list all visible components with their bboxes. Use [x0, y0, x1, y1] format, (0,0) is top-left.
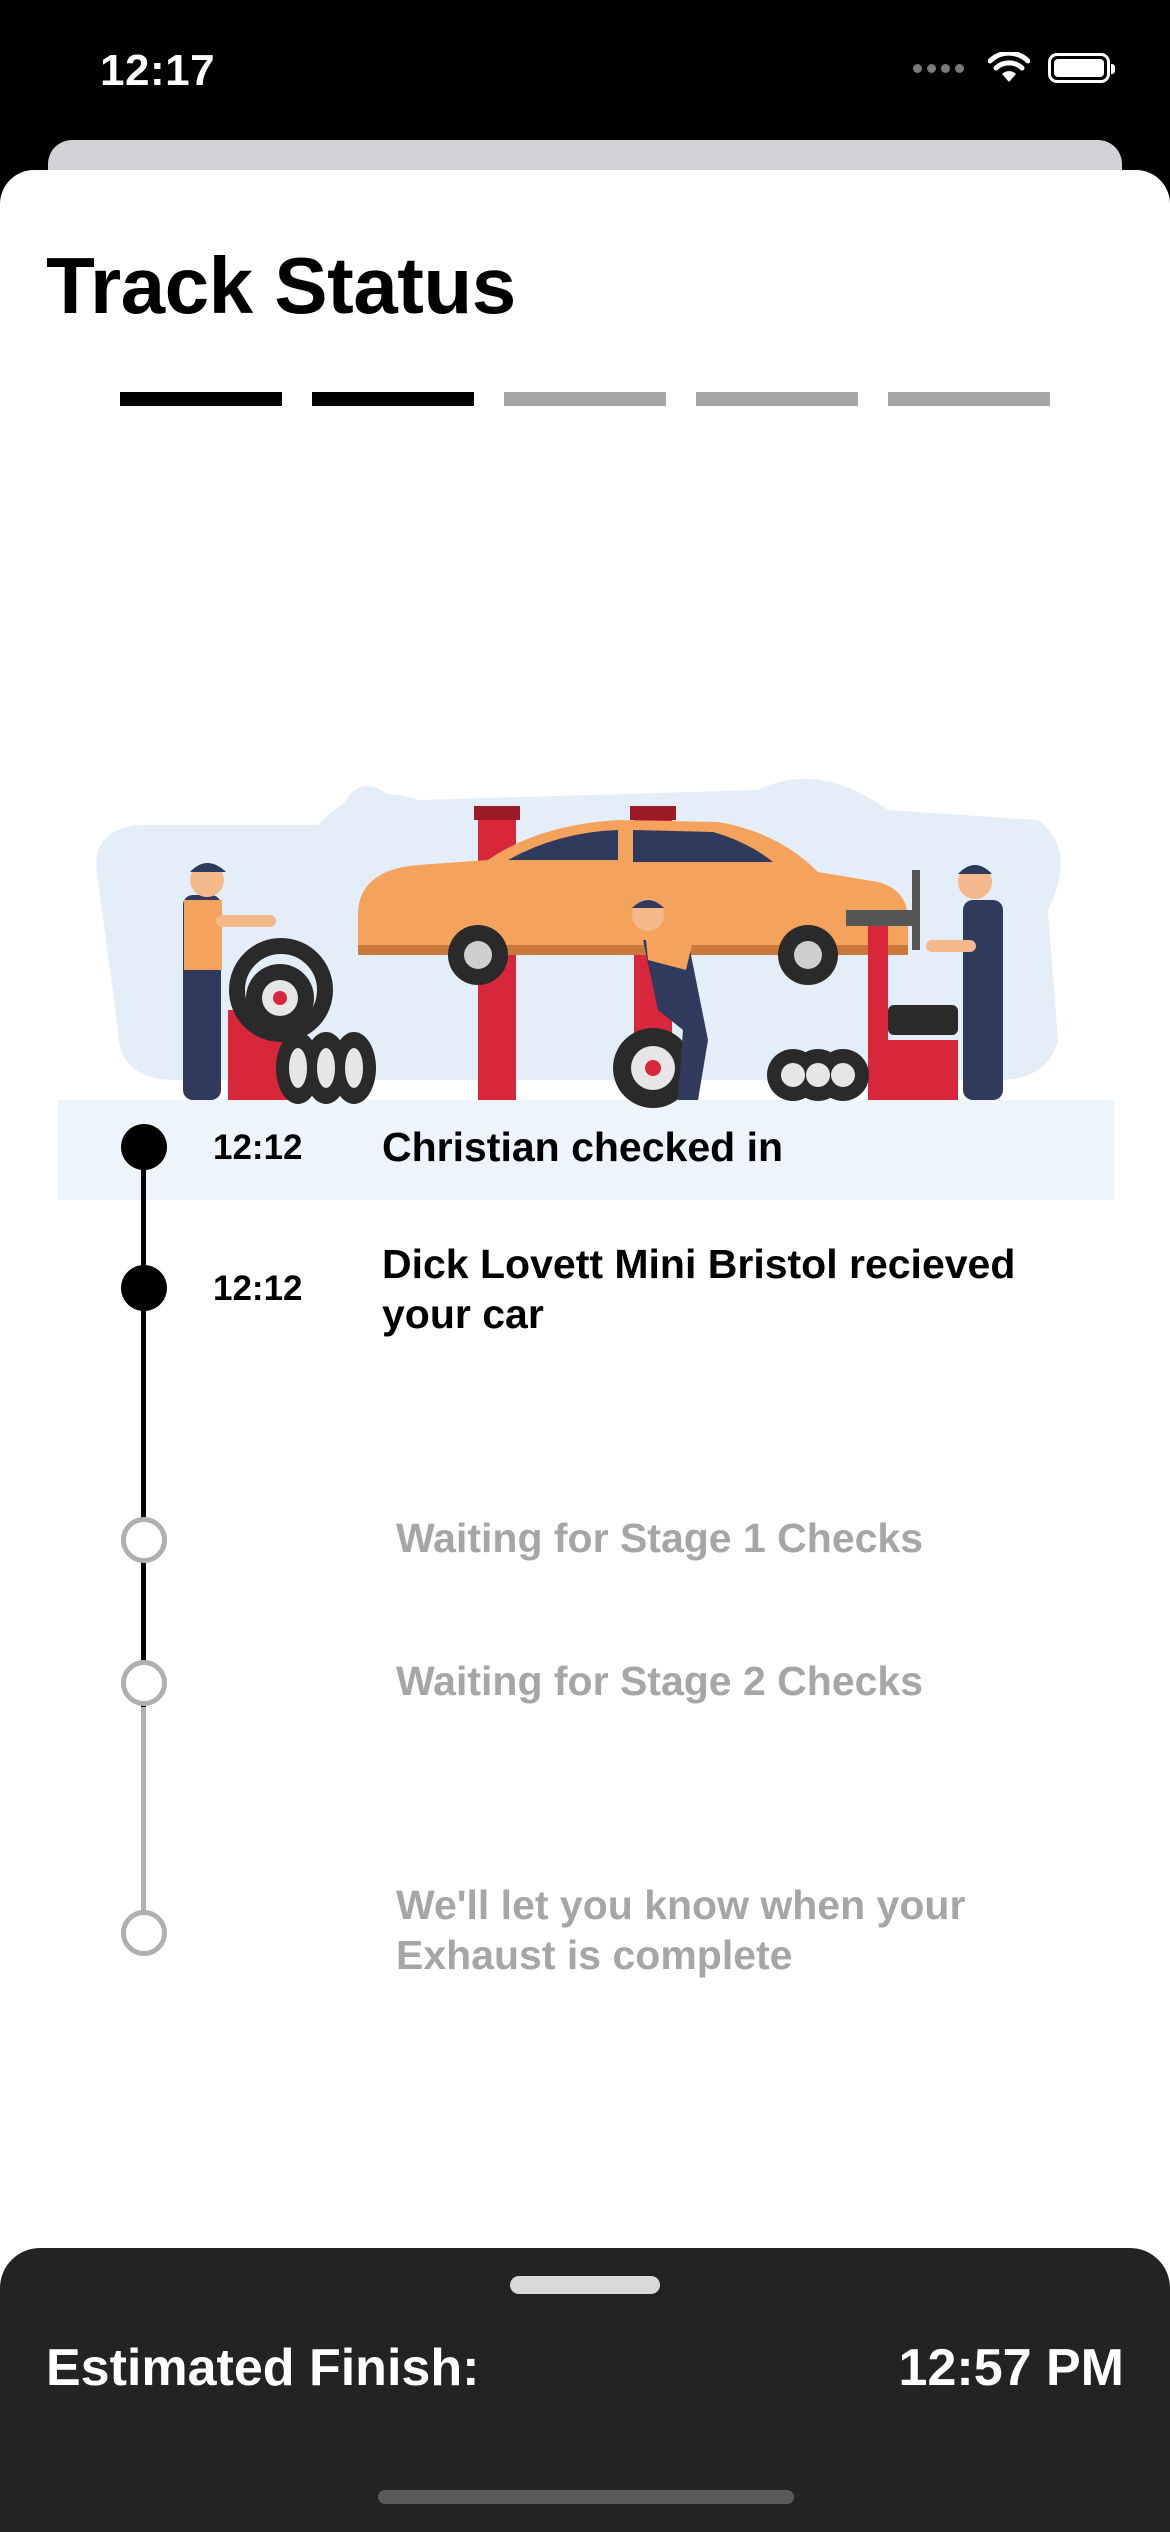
status-bar: 12:17	[0, 0, 1170, 150]
progress-step	[504, 392, 666, 406]
cellular-signal-icon	[913, 63, 964, 73]
drag-handle[interactable]	[510, 2276, 660, 2294]
home-indicator[interactable]	[378, 2490, 794, 2504]
car-service-illustration	[58, 778, 1114, 1200]
estimated-finish-label: Estimated Finish:	[46, 2339, 480, 2397]
timeline-node-done	[121, 1265, 167, 1311]
battery-icon	[1048, 53, 1115, 83]
status-icons	[913, 52, 1115, 84]
timeline-node-pending	[121, 1660, 167, 1706]
timeline-time: 12:12	[213, 1128, 303, 1167]
timeline-node-pending	[121, 1517, 167, 1563]
progress-step	[120, 392, 282, 406]
progress-step	[696, 392, 858, 406]
timeline-event: Waiting for Stage 1 Checks	[396, 1515, 924, 1561]
track-status-sheet: Track Status 12:12 Christian checked in …	[0, 170, 1170, 2532]
page-title: Track Status	[46, 241, 516, 330]
timeline-event: Christian checked in	[382, 1124, 784, 1170]
progress-steps	[120, 392, 1050, 406]
progress-step	[312, 392, 474, 406]
timeline-node-pending	[121, 1910, 167, 1956]
wifi-icon	[988, 52, 1030, 82]
timeline-event: Dick Lovett Mini Bristol recieved your c…	[382, 1241, 1016, 1337]
timeline-connector	[141, 1707, 146, 1934]
timeline-node-done	[121, 1124, 167, 1170]
timeline-time: 12:12	[213, 1269, 303, 1308]
progress-step	[888, 392, 1050, 406]
status-time: 12:17	[100, 46, 216, 95]
estimated-finish-time: 12:57 PM	[898, 2339, 1124, 2397]
timeline-event: Waiting for Stage 2 Checks	[396, 1658, 924, 1704]
timeline-event: We'll let you know when your Exhaust is …	[396, 1882, 966, 1978]
timeline-connector	[141, 1147, 146, 1707]
